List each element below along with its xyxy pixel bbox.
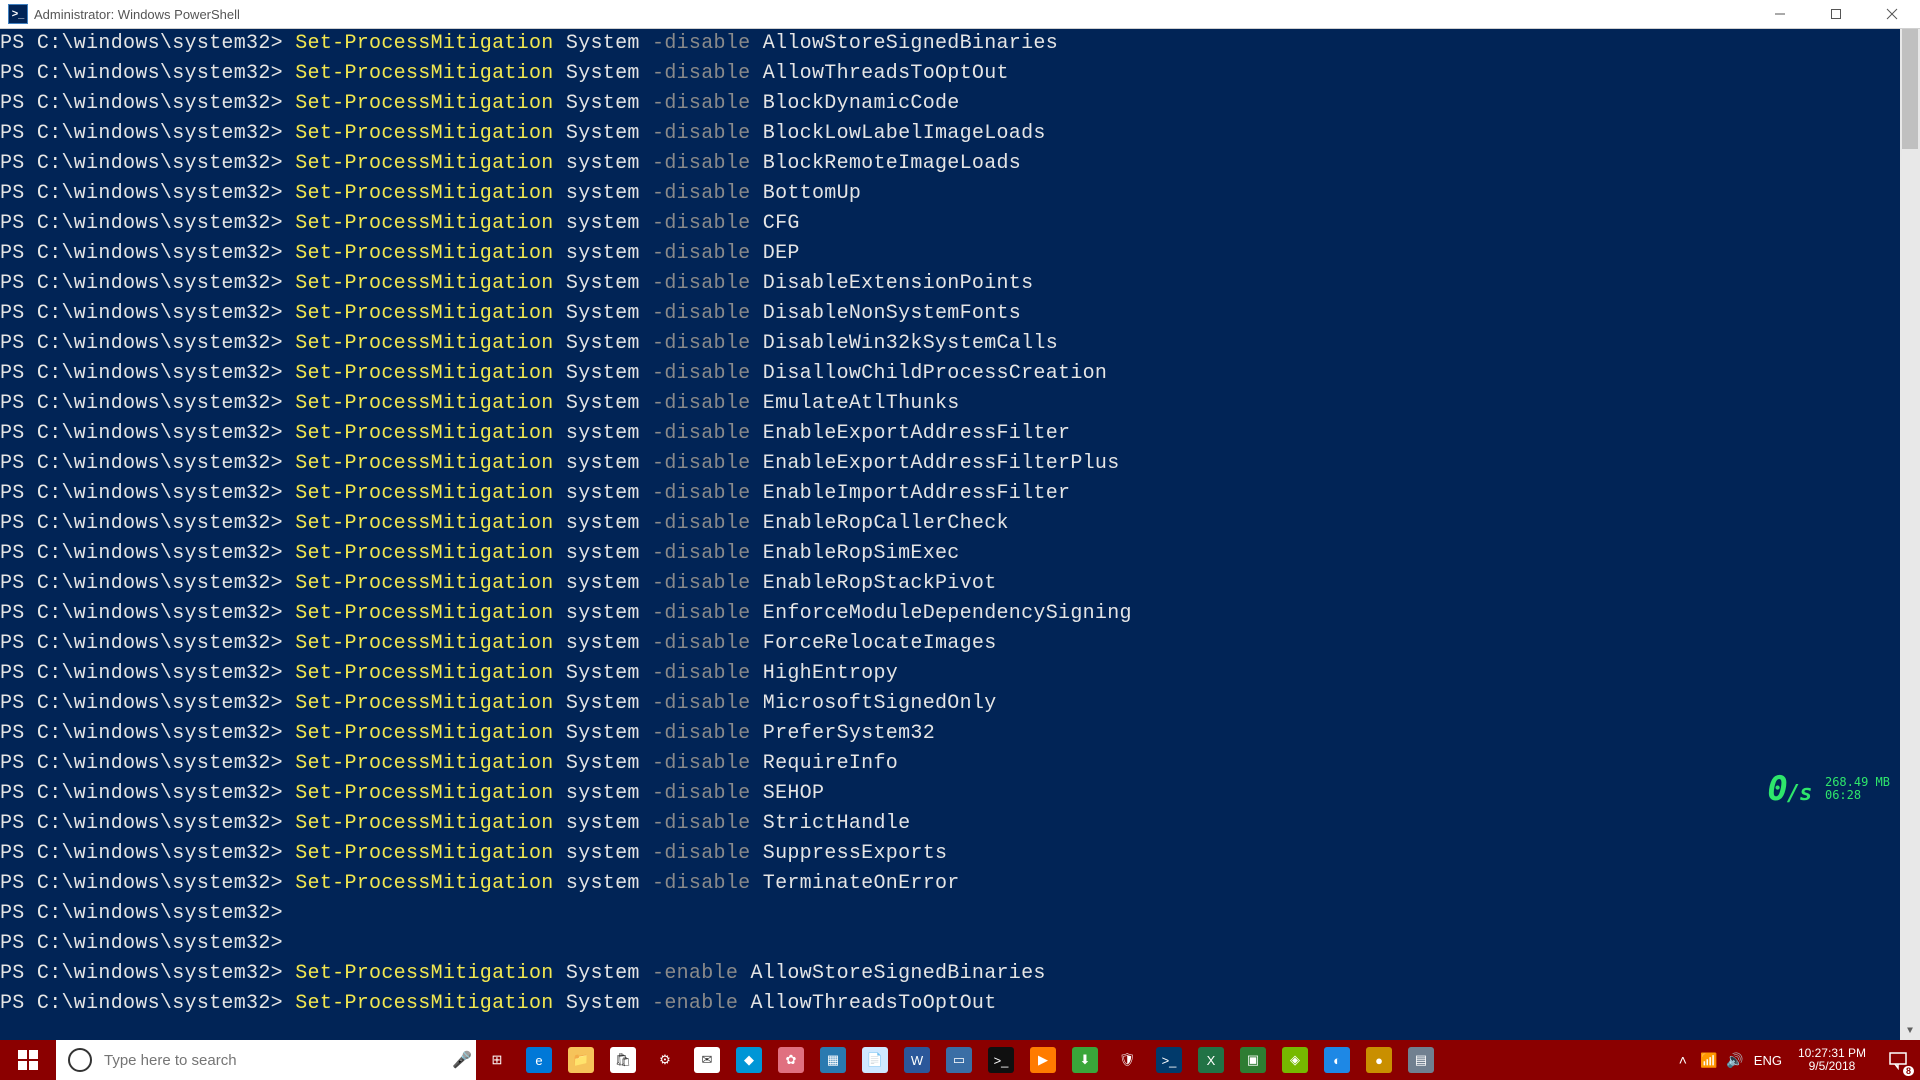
taskbar-clock[interactable]: 10:27:31 PM 9/5/2018 — [1788, 1047, 1876, 1073]
terminal-line: PS C:\windows\system32> Set-ProcessMitig… — [0, 179, 1900, 209]
minimize-button[interactable] — [1752, 0, 1808, 28]
app-icon-3[interactable]: ▦ — [812, 1040, 854, 1080]
terminal-line: PS C:\windows\system32> Set-ProcessMitig… — [0, 809, 1900, 839]
powershell-icon[interactable]: >_ — [1148, 1040, 1190, 1080]
close-button[interactable] — [1864, 0, 1920, 28]
terminal-line: PS C:\windows\system32> Set-ProcessMitig… — [0, 629, 1900, 659]
terminal-line: PS C:\windows\system32> Set-ProcessMitig… — [0, 29, 1900, 59]
action-center-button[interactable]: 8 — [1876, 1040, 1920, 1080]
file-explorer-icon[interactable]: 📁 — [560, 1040, 602, 1080]
terminal-line: PS C:\windows\system32> Set-ProcessMitig… — [0, 569, 1900, 599]
notification-badge: 8 — [1903, 1066, 1914, 1076]
cortana-icon — [68, 1048, 92, 1072]
search-input[interactable] — [102, 1051, 448, 1070]
powershell-window-icon: >_ — [8, 4, 28, 24]
terminal-line: PS C:\windows\system32> Set-ProcessMitig… — [0, 239, 1900, 269]
language-indicator[interactable]: ENG — [1748, 1053, 1788, 1068]
app-icon-5[interactable]: ▣ — [1232, 1040, 1274, 1080]
defender-icon[interactable]: 🛡 — [1106, 1040, 1148, 1080]
scroll-down-button[interactable]: ▼ — [1900, 1021, 1920, 1041]
start-button[interactable] — [0, 1040, 56, 1080]
terminal-line: PS C:\windows\system32> Set-ProcessMitig… — [0, 59, 1900, 89]
app-icon-9[interactable]: ▤ — [1400, 1040, 1442, 1080]
excel-icon[interactable]: X — [1190, 1040, 1232, 1080]
system-tray: ˄📶🔊 ENG 10:27:31 PM 9/5/2018 8 — [1670, 1040, 1920, 1080]
taskbar: 🎤 ⊞e📁🛍⚙✉◆✿▦📄W▭>_▶⬇🛡>_X▣◈◐●▤ ˄📶🔊 ENG 10:2… — [0, 1040, 1920, 1080]
microphone-icon[interactable]: 🎤 — [448, 1050, 476, 1070]
terminal-line: PS C:\windows\system32> Set-ProcessMitig… — [0, 509, 1900, 539]
terminal-line: PS C:\windows\system32> Set-ProcessMitig… — [0, 869, 1900, 899]
taskbar-search[interactable]: 🎤 — [56, 1040, 476, 1080]
terminal-line: PS C:\windows\system32> — [0, 899, 1900, 929]
maximize-button[interactable] — [1808, 0, 1864, 28]
terminal-line: PS C:\windows\system32> Set-ProcessMitig… — [0, 959, 1900, 989]
app-icon-7[interactable]: ◐ — [1316, 1040, 1358, 1080]
app-icon-1[interactable]: ◆ — [728, 1040, 770, 1080]
terminal-line: PS C:\windows\system32> Set-ProcessMitig… — [0, 689, 1900, 719]
terminal-line: PS C:\windows\system32> Set-ProcessMitig… — [0, 479, 1900, 509]
network-hud-overlay: 0/s 268.49 MB06:28 — [1767, 769, 1890, 809]
task-view-icon[interactable]: ⊞ — [476, 1040, 518, 1080]
terminal-line: PS C:\windows\system32> Set-ProcessMitig… — [0, 89, 1900, 119]
terminal-scrollbar[interactable]: ▲ ▼ — [1900, 29, 1920, 1041]
download-icon[interactable]: ⬇ — [1064, 1040, 1106, 1080]
terminal-line: PS C:\windows\system32> Set-ProcessMitig… — [0, 359, 1900, 389]
terminal-line: PS C:\windows\system32> — [0, 929, 1900, 959]
media-icon[interactable]: ▶ — [1022, 1040, 1064, 1080]
tray-wifi-icon[interactable]: 📶 — [1696, 1040, 1722, 1080]
terminal-line: PS C:\windows\system32> Set-ProcessMitig… — [0, 329, 1900, 359]
terminal-line: PS C:\windows\system32> Set-ProcessMitig… — [0, 719, 1900, 749]
scrollbar-thumb[interactable] — [1902, 29, 1918, 149]
terminal-line: PS C:\windows\system32> Set-ProcessMitig… — [0, 659, 1900, 689]
terminal-line: PS C:\windows\system32> Set-ProcessMitig… — [0, 419, 1900, 449]
mail-icon[interactable]: ✉ — [686, 1040, 728, 1080]
terminal-line: PS C:\windows\system32> Set-ProcessMitig… — [0, 149, 1900, 179]
settings-icon[interactable]: ⚙ — [644, 1040, 686, 1080]
terminal-line: PS C:\windows\system32> Set-ProcessMitig… — [0, 449, 1900, 479]
terminal-line: PS C:\windows\system32> Set-ProcessMitig… — [0, 539, 1900, 569]
store-icon[interactable]: 🛍 — [602, 1040, 644, 1080]
terminal-line: PS C:\windows\system32> Set-ProcessMitig… — [0, 839, 1900, 869]
terminal-line: PS C:\windows\system32> Set-ProcessMitig… — [0, 599, 1900, 629]
app-icon-6[interactable]: ◈ — [1274, 1040, 1316, 1080]
word-icon[interactable]: W — [896, 1040, 938, 1080]
terminal-output[interactable]: PS C:\windows\system32> Set-ProcessMitig… — [0, 29, 1900, 1041]
terminal-line: PS C:\windows\system32> Set-ProcessMitig… — [0, 269, 1900, 299]
tray-chevron-icon[interactable]: ˄ — [1670, 1040, 1696, 1080]
app-icon-4[interactable]: ▭ — [938, 1040, 980, 1080]
terminal-line: PS C:\windows\system32> Set-ProcessMitig… — [0, 779, 1900, 809]
terminal-line: PS C:\windows\system32> Set-ProcessMitig… — [0, 209, 1900, 239]
terminal-line: PS C:\windows\system32> Set-ProcessMitig… — [0, 389, 1900, 419]
tray-volume-icon[interactable]: 🔊 — [1722, 1040, 1748, 1080]
app-icon-8[interactable]: ● — [1358, 1040, 1400, 1080]
edge-icon[interactable]: e — [518, 1040, 560, 1080]
cmd-icon[interactable]: >_ — [980, 1040, 1022, 1080]
terminal-line: PS C:\windows\system32> Set-ProcessMitig… — [0, 299, 1900, 329]
terminal-line: PS C:\windows\system32> Set-ProcessMitig… — [0, 749, 1900, 779]
terminal-line: PS C:\windows\system32> Set-ProcessMitig… — [0, 119, 1900, 149]
window-titlebar: >_ Administrator: Windows PowerShell — [0, 0, 1920, 29]
app-icon-2[interactable]: ✿ — [770, 1040, 812, 1080]
window-title: Administrator: Windows PowerShell — [34, 7, 240, 22]
notepad-icon[interactable]: 📄 — [854, 1040, 896, 1080]
terminal-line: PS C:\windows\system32> Set-ProcessMitig… — [0, 989, 1900, 1019]
